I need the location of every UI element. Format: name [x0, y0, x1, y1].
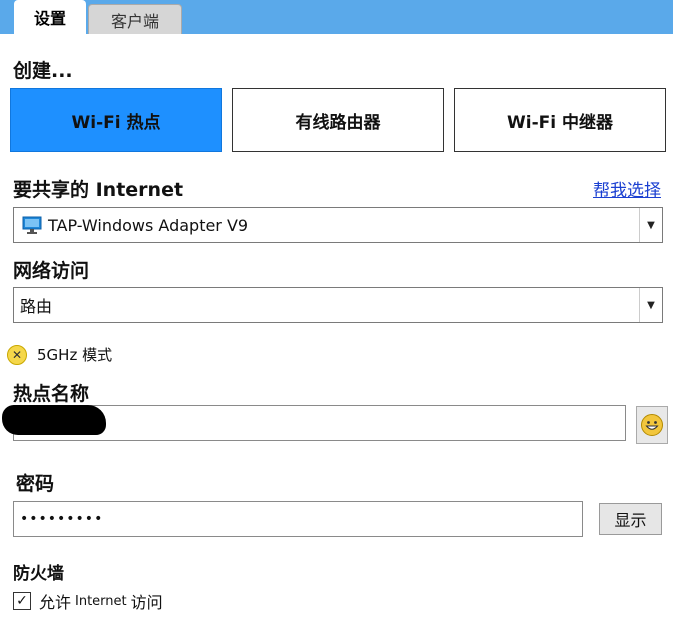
firewall-label: 防火墙	[13, 564, 64, 584]
wired-router-mode-button[interactable]: 有线路由器	[232, 88, 444, 152]
x-circle-icon: ✕	[7, 344, 27, 365]
tab-bar: 设置 客户端	[0, 0, 673, 34]
allow-prefix: 允许	[39, 593, 72, 612]
network-access-label: 网络访问	[13, 260, 90, 282]
monitor-icon	[22, 216, 42, 234]
redaction-mark	[2, 405, 106, 435]
wifi-hotspot-mode-button[interactable]: Wi-Fi 热点	[10, 88, 222, 152]
allow-internet-checkbox-row[interactable]: ✓ 允许 Internet 访问	[13, 589, 163, 613]
emoji-button[interactable]	[636, 406, 668, 444]
chevron-down-icon[interactable]: ▼	[639, 288, 662, 322]
help-me-choose-link[interactable]: 帮我选择	[593, 176, 661, 201]
create-label: 创建...	[13, 60, 73, 82]
tab-clients[interactable]: 客户端	[88, 4, 182, 34]
smiley-icon	[641, 414, 663, 436]
tab-settings[interactable]: 设置	[14, 0, 86, 34]
show-password-button[interactable]: 显示	[599, 503, 662, 535]
fivegh-mode-label: 5GHz 模式	[37, 346, 113, 364]
adapter-value: TAP-Windows Adapter V9	[48, 215, 249, 235]
fivegh-mode-row[interactable]: ✕ 5GHz 模式	[7, 344, 112, 365]
password-label: 密码	[16, 473, 55, 495]
network-access-value: 路由	[20, 297, 53, 316]
wifi-repeater-mode-button[interactable]: Wi-Fi 中继器	[454, 88, 666, 152]
hotspot-name-label: 热点名称	[13, 383, 90, 405]
allow-suffix: 访问	[130, 593, 163, 612]
allow-internet-checkbox[interactable]: ✓	[13, 592, 31, 610]
chevron-down-icon[interactable]: ▼	[639, 208, 662, 242]
password-value: •••••••••	[20, 511, 104, 527]
internet-adapter-select[interactable]: TAP-Windows Adapter V9 ▼	[13, 207, 663, 243]
share-internet-label: 要共享的 Internet	[13, 179, 184, 201]
allow-internet-word: Internet	[75, 593, 127, 609]
network-access-select[interactable]: 路由 ▼	[13, 287, 663, 323]
password-input[interactable]: •••••••••	[13, 501, 583, 537]
